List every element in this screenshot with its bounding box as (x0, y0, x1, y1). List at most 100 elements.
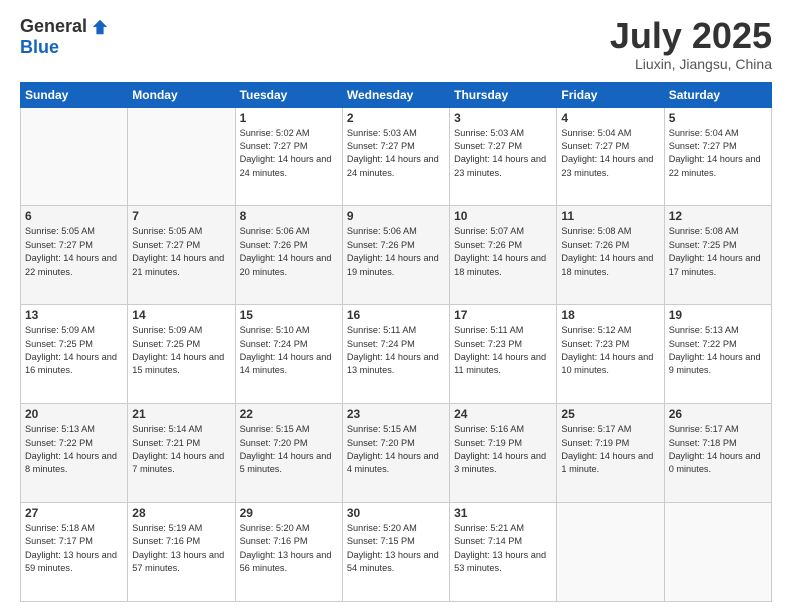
col-header-friday: Friday (557, 82, 664, 107)
day-info: Sunrise: 5:17 AMSunset: 7:18 PMDaylight:… (669, 423, 767, 476)
day-number: 14 (132, 308, 230, 322)
calendar-cell: 19Sunrise: 5:13 AMSunset: 7:22 PMDayligh… (664, 305, 771, 404)
col-header-saturday: Saturday (664, 82, 771, 107)
calendar-cell: 4 Sunrise: 5:04 AMSunset: 7:27 PMDaylight… (557, 107, 664, 206)
calendar-cell: 13Sunrise: 5:09 AMSunset: 7:25 PMDayligh… (21, 305, 128, 404)
day-number: 1 (240, 111, 338, 125)
day-info: Sunrise: 5:20 AMSunset: 7:15 PMDaylight:… (347, 522, 445, 575)
logo-blue-text: Blue (20, 37, 59, 58)
day-number: 8 (240, 209, 338, 223)
day-number: 15 (240, 308, 338, 322)
day-number: 27 (25, 506, 123, 520)
col-header-thursday: Thursday (450, 82, 557, 107)
day-info: Sunrise: 5:02 AMSunset: 7:27 PMDaylight:… (240, 127, 338, 180)
day-info: Sunrise: 5:13 AMSunset: 7:22 PMDaylight:… (25, 423, 123, 476)
day-info: Sunrise: 5:17 AMSunset: 7:19 PMDaylight:… (561, 423, 659, 476)
calendar-cell: 22Sunrise: 5:15 AMSunset: 7:20 PMDayligh… (235, 404, 342, 503)
day-info: Sunrise: 5:03 AMSunset: 7:27 PMDaylight:… (347, 127, 445, 180)
calendar-cell: 16 Sunrise: 5:11 AMSunset: 7:24 PMDayligh… (342, 305, 449, 404)
day-number: 18 (561, 308, 659, 322)
day-info: Sunrise: 5:20 AMSunset: 7:16 PMDaylight:… (240, 522, 338, 575)
day-number: 6 (25, 209, 123, 223)
calendar-cell: 7 Sunrise: 5:05 AMSunset: 7:27 PMDaylight… (128, 206, 235, 305)
day-info: Sunrise: 5:05 AMSunset: 7:27 PMDaylight:… (25, 225, 123, 278)
day-info: Sunrise: 5:06 AMSunset: 7:26 PMDaylight:… (240, 225, 338, 278)
day-info: Sunrise: 5:05 AMSunset: 7:27 PMDaylight:… (132, 225, 230, 278)
calendar-cell: 26 Sunrise: 5:17 AMSunset: 7:18 PMDayligh… (664, 404, 771, 503)
day-number: 23 (347, 407, 445, 421)
day-info: Sunrise: 5:08 AMSunset: 7:26 PMDaylight:… (561, 225, 659, 278)
day-number: 16 (347, 308, 445, 322)
day-number: 31 (454, 506, 552, 520)
calendar-cell: 1 Sunrise: 5:02 AMSunset: 7:27 PMDaylight… (235, 107, 342, 206)
day-number: 4 (561, 111, 659, 125)
day-info: Sunrise: 5:10 AMSunset: 7:24 PMDaylight:… (240, 324, 338, 377)
calendar-cell: 23 Sunrise: 5:15 AMSunset: 7:20 PMDayligh… (342, 404, 449, 503)
calendar-week-1: 1 Sunrise: 5:02 AMSunset: 7:27 PMDaylight… (21, 107, 772, 206)
day-info: Sunrise: 5:11 AMSunset: 7:23 PMDaylight:… (454, 324, 552, 377)
day-number: 12 (669, 209, 767, 223)
calendar-cell: 25 Sunrise: 5:17 AMSunset: 7:19 PMDayligh… (557, 404, 664, 503)
calendar-cell: 5Sunrise: 5:04 AMSunset: 7:27 PMDaylight… (664, 107, 771, 206)
day-info: Sunrise: 5:18 AMSunset: 7:17 PMDaylight:… (25, 522, 123, 575)
calendar-cell: 12 Sunrise: 5:08 AMSunset: 7:25 PMDayligh… (664, 206, 771, 305)
day-number: 20 (25, 407, 123, 421)
day-info: Sunrise: 5:07 AMSunset: 7:26 PMDaylight:… (454, 225, 552, 278)
logo-general-text: General (20, 16, 87, 37)
day-number: 26 (669, 407, 767, 421)
month-title: July 2025 (610, 16, 772, 56)
day-number: 11 (561, 209, 659, 223)
calendar-cell: 11 Sunrise: 5:08 AMSunset: 7:26 PMDayligh… (557, 206, 664, 305)
day-info: Sunrise: 5:11 AMSunset: 7:24 PMDaylight:… (347, 324, 445, 377)
day-info: Sunrise: 5:08 AMSunset: 7:25 PMDaylight:… (669, 225, 767, 278)
calendar-cell: 31 Sunrise: 5:21 AMSunset: 7:14 PMDayligh… (450, 503, 557, 602)
day-number: 3 (454, 111, 552, 125)
col-header-monday: Monday (128, 82, 235, 107)
calendar-cell: 30Sunrise: 5:20 AMSunset: 7:15 PMDayligh… (342, 503, 449, 602)
day-number: 13 (25, 308, 123, 322)
day-info: Sunrise: 5:09 AMSunset: 7:25 PMDaylight:… (132, 324, 230, 377)
calendar-week-2: 6 Sunrise: 5:05 AMSunset: 7:27 PMDaylight… (21, 206, 772, 305)
day-info: Sunrise: 5:14 AMSunset: 7:21 PMDaylight:… (132, 423, 230, 476)
col-header-tuesday: Tuesday (235, 82, 342, 107)
day-number: 10 (454, 209, 552, 223)
day-number: 2 (347, 111, 445, 125)
day-number: 28 (132, 506, 230, 520)
day-number: 24 (454, 407, 552, 421)
day-info: Sunrise: 5:06 AMSunset: 7:26 PMDaylight:… (347, 225, 445, 278)
calendar-week-4: 20 Sunrise: 5:13 AMSunset: 7:22 PMDayligh… (21, 404, 772, 503)
calendar-cell: 14 Sunrise: 5:09 AMSunset: 7:25 PMDayligh… (128, 305, 235, 404)
calendar-header-row: SundayMondayTuesdayWednesdayThursdayFrid… (21, 82, 772, 107)
day-number: 22 (240, 407, 338, 421)
calendar-cell (21, 107, 128, 206)
calendar-cell: 9 Sunrise: 5:06 AMSunset: 7:26 PMDaylight… (342, 206, 449, 305)
calendar-cell (557, 503, 664, 602)
day-info: Sunrise: 5:13 AMSunset: 7:22 PMDaylight:… (669, 324, 767, 377)
header: General Blue July 2025 Liuxin, Jiangsu, … (20, 16, 772, 72)
day-info: Sunrise: 5:15 AMSunset: 7:20 PMDaylight:… (347, 423, 445, 476)
day-info: Sunrise: 5:21 AMSunset: 7:14 PMDaylight:… (454, 522, 552, 575)
day-number: 25 (561, 407, 659, 421)
calendar-cell: 28 Sunrise: 5:19 AMSunset: 7:16 PMDayligh… (128, 503, 235, 602)
calendar-week-5: 27 Sunrise: 5:18 AMSunset: 7:17 PMDayligh… (21, 503, 772, 602)
logo: General Blue (20, 16, 109, 58)
day-number: 7 (132, 209, 230, 223)
calendar-cell: 10 Sunrise: 5:07 AMSunset: 7:26 PMDayligh… (450, 206, 557, 305)
day-info: Sunrise: 5:04 AMSunset: 7:27 PMDaylight:… (561, 127, 659, 180)
day-number: 9 (347, 209, 445, 223)
calendar-cell: 18Sunrise: 5:12 AMSunset: 7:23 PMDayligh… (557, 305, 664, 404)
calendar-cell: 27 Sunrise: 5:18 AMSunset: 7:17 PMDayligh… (21, 503, 128, 602)
calendar-cell: 2 Sunrise: 5:03 AMSunset: 7:27 PMDaylight… (342, 107, 449, 206)
calendar-cell: 21Sunrise: 5:14 AMSunset: 7:21 PMDayligh… (128, 404, 235, 503)
calendar-cell: 24Sunrise: 5:16 AMSunset: 7:19 PMDayligh… (450, 404, 557, 503)
col-header-sunday: Sunday (21, 82, 128, 107)
calendar-cell: 20 Sunrise: 5:13 AMSunset: 7:22 PMDayligh… (21, 404, 128, 503)
calendar-cell (128, 107, 235, 206)
logo-icon (91, 18, 109, 36)
calendar-cell: 29 Sunrise: 5:20 AMSunset: 7:16 PMDayligh… (235, 503, 342, 602)
day-info: Sunrise: 5:19 AMSunset: 7:16 PMDaylight:… (132, 522, 230, 575)
calendar-table: SundayMondayTuesdayWednesdayThursdayFrid… (20, 82, 772, 602)
calendar-cell (664, 503, 771, 602)
day-number: 29 (240, 506, 338, 520)
title-area: July 2025 Liuxin, Jiangsu, China (610, 16, 772, 72)
